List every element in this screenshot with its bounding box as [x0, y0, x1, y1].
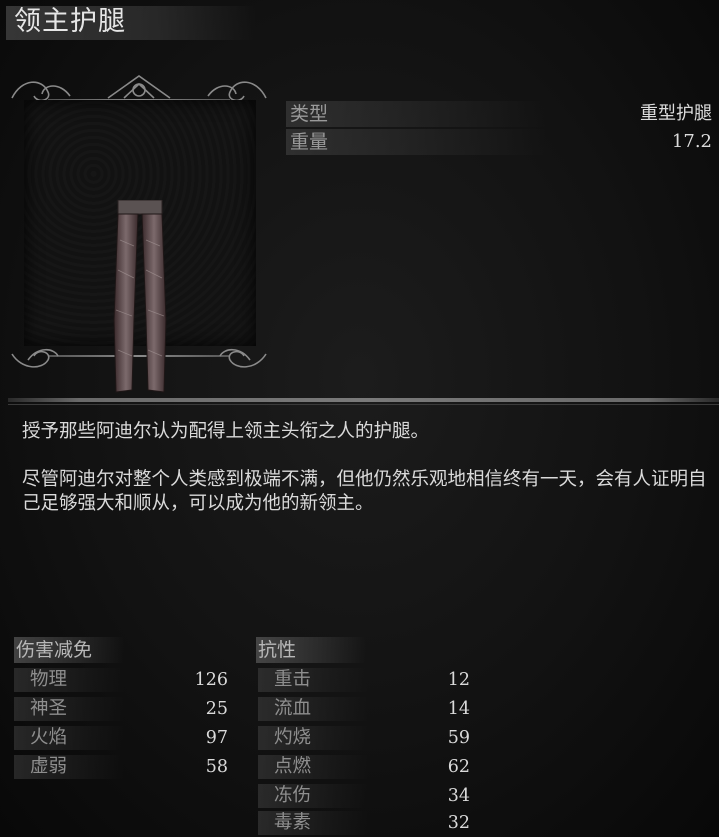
description-paragraph: 授予那些阿迪尔认为配得上领主头衔之人的护腿。 [22, 421, 430, 442]
stat-type-label: 类型 [290, 103, 329, 125]
damage-label: 神圣 [30, 698, 68, 719]
damage-value: 58 [205, 757, 228, 777]
title-bar: 领主护腿 [0, 0, 719, 44]
item-title: 领主护腿 [14, 6, 126, 37]
greaves-item-icon [113, 200, 167, 393]
item-image-panel [8, 70, 270, 393]
item-description: 授予那些阿迪尔认为配得上领主头衔之人的护腿。 尽管阿迪尔对整个人类感到极端不满，… [22, 420, 707, 540]
stat-weight: 重量 17.2 [286, 129, 712, 155]
resistance-header: 抗性 [256, 637, 486, 663]
resistance-row-frostbite: 冻伤 34 [258, 782, 470, 810]
damage-row-holy: 神圣 25 [14, 695, 228, 723]
resistance-row-toxin: 毒素 32 [258, 809, 470, 837]
resistance-value: 12 [447, 670, 470, 690]
description-paragraph: 尽管阿迪尔对整个人类感到极端不满，但他仍然乐观地相信终有一天，会有人证明自己足够… [22, 469, 707, 514]
resistance-value: 34 [447, 786, 470, 806]
stat-weight-label: 重量 [290, 131, 329, 153]
damage-label: 火焰 [30, 727, 68, 748]
damage-value: 126 [194, 670, 228, 690]
resistance-value: 59 [447, 728, 470, 748]
resistance-label: 点燃 [274, 756, 312, 777]
damage-reduction-header: 伤害减免 [14, 637, 244, 663]
damage-row-fire: 火焰 97 [14, 724, 228, 752]
damage-reduction-title: 伤害减免 [16, 639, 93, 661]
resistance-row-bleed: 流血 14 [258, 695, 470, 723]
damage-value: 97 [205, 728, 228, 748]
resistance-value: 32 [447, 813, 470, 833]
resistance-title: 抗性 [258, 639, 297, 661]
resistance-row-scorch: 灼烧 59 [258, 724, 470, 752]
resistance-row-ignite: 点燃 62 [258, 753, 470, 781]
resistance-label: 毒素 [274, 812, 312, 833]
resistance-label: 灼烧 [274, 727, 312, 748]
resistance-label: 冻伤 [274, 785, 312, 806]
resistance-label: 流血 [274, 698, 312, 719]
damage-row-physical: 物理 126 [14, 666, 228, 694]
resistance-value: 62 [447, 757, 470, 777]
stat-weight-value: 17.2 [671, 131, 712, 152]
damage-row-frailty: 虚弱 58 [14, 753, 228, 781]
stat-type: 类型 重型护腿 [286, 101, 712, 127]
resistance-value: 14 [447, 699, 470, 719]
resistance-label: 重击 [274, 669, 312, 690]
damage-label: 虚弱 [30, 756, 68, 777]
stat-type-value: 重型护腿 [640, 103, 712, 124]
damage-label: 物理 [30, 669, 68, 690]
damage-value: 25 [205, 699, 228, 719]
resistance-row-impact: 重击 12 [258, 666, 470, 694]
section-divider-shadow [8, 404, 719, 405]
section-divider [8, 398, 719, 402]
